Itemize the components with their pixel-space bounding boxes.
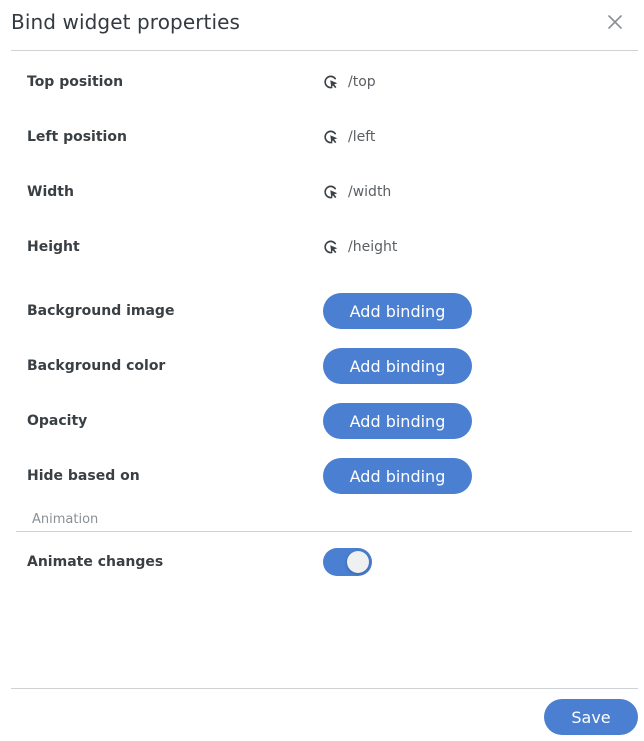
header-divider bbox=[11, 50, 638, 51]
binding-value-width[interactable]: /width bbox=[323, 184, 391, 200]
add-binding-button[interactable]: Add binding bbox=[323, 403, 472, 439]
property-label: Background image bbox=[27, 303, 175, 319]
property-label: Left position bbox=[27, 129, 127, 145]
binding-cursor-icon bbox=[324, 130, 338, 144]
close-icon bbox=[608, 15, 622, 29]
animate-changes-label: Animate changes bbox=[27, 554, 164, 570]
binding-cursor-icon bbox=[324, 240, 338, 254]
binding-path: /top bbox=[348, 74, 376, 90]
footer-divider bbox=[11, 688, 638, 689]
property-row-width: Width /width bbox=[0, 174, 644, 210]
binding-path: /height bbox=[348, 239, 398, 255]
property-row-left-position: Left position /left bbox=[0, 119, 644, 155]
section-divider bbox=[16, 531, 632, 532]
property-label: Opacity bbox=[27, 413, 88, 429]
property-row-background-image: Background image Add binding bbox=[0, 293, 644, 329]
binding-value-top[interactable]: /top bbox=[323, 74, 376, 90]
section-label-animation: Animation bbox=[32, 512, 99, 527]
property-row-top-position: Top position /top bbox=[0, 64, 644, 100]
property-label: Top position bbox=[27, 74, 124, 90]
property-row-height: Height /height bbox=[0, 229, 644, 265]
property-label: Background color bbox=[27, 358, 166, 374]
animate-changes-toggle[interactable] bbox=[323, 548, 372, 576]
property-row-opacity: Opacity Add binding bbox=[0, 403, 644, 439]
property-row-hide-based-on: Hide based on Add binding bbox=[0, 458, 644, 494]
binding-cursor-icon bbox=[324, 75, 338, 89]
property-row-background-color: Background color Add binding bbox=[0, 348, 644, 384]
dialog-title: Bind widget properties bbox=[11, 10, 241, 34]
property-row-animate-changes: Animate changes bbox=[0, 544, 644, 580]
binding-path: /width bbox=[348, 184, 392, 200]
add-binding-button[interactable]: Add binding bbox=[323, 458, 472, 494]
property-label: Width bbox=[27, 184, 74, 200]
toggle-knob bbox=[347, 551, 369, 573]
property-label: Hide based on bbox=[27, 468, 140, 484]
binding-path: /left bbox=[348, 129, 376, 145]
save-button[interactable]: Save bbox=[544, 699, 638, 735]
bind-widget-properties-dialog: Bind widget properties Top position /top… bbox=[0, 0, 644, 741]
close-button[interactable] bbox=[604, 11, 626, 33]
add-binding-button[interactable]: Add binding bbox=[323, 348, 472, 384]
property-label: Height bbox=[27, 239, 80, 255]
binding-cursor-icon bbox=[324, 185, 338, 199]
binding-value-height[interactable]: /height bbox=[323, 239, 397, 255]
binding-value-left[interactable]: /left bbox=[323, 129, 375, 145]
add-binding-button[interactable]: Add binding bbox=[323, 293, 472, 329]
